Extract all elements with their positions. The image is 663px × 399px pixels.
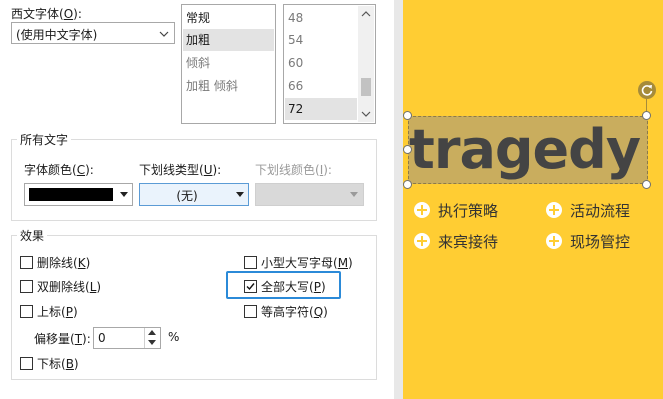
western-font-combo[interactable]: (使用中文字体)	[11, 22, 175, 44]
equalize-height-label[interactable]: 等高字符(Q)	[261, 303, 328, 320]
all-text-title: 所有文字	[17, 131, 72, 148]
plus-circle-icon	[546, 233, 562, 249]
spin-up-icon[interactable]	[148, 330, 156, 336]
font-color-label: 字体颜色(C):	[24, 163, 94, 177]
font-style-item[interactable]: 倾斜	[183, 52, 274, 74]
size-list-scrollbar[interactable]	[358, 6, 374, 122]
underline-type-value: (无)	[176, 189, 198, 203]
offset-label: 偏移量(T):	[34, 332, 91, 346]
scroll-up-icon[interactable]	[361, 10, 371, 18]
equalize-height-checkbox[interactable]	[244, 305, 257, 318]
resize-handle[interactable]	[642, 111, 651, 120]
resize-handle[interactable]	[403, 145, 412, 154]
font-size-list[interactable]: 48 54 60 66 72	[283, 4, 376, 124]
dropdown-triangle-icon	[236, 192, 244, 197]
all-text-group	[11, 139, 377, 221]
underline-color-picker	[255, 183, 364, 206]
scroll-thumb[interactable]	[361, 78, 371, 96]
superscript-checkbox[interactable]	[20, 305, 33, 318]
font-color-picker[interactable]	[24, 183, 133, 206]
pane-divider[interactable]	[394, 0, 403, 399]
offset-spinner[interactable]: 0	[93, 327, 161, 349]
subscript-label[interactable]: 下标(B)	[37, 355, 79, 372]
resize-handle[interactable]	[642, 180, 651, 189]
western-font-value: (使用中文字体)	[16, 28, 98, 42]
underline-type-combo[interactable]: (无)	[139, 183, 249, 206]
rotate-handle[interactable]	[638, 81, 656, 99]
rotate-icon	[641, 85, 653, 96]
plus-circle-icon	[414, 202, 430, 218]
chevron-down-icon	[159, 31, 169, 37]
spin-down-icon[interactable]	[148, 340, 156, 346]
color-swatch	[29, 188, 113, 201]
font-size-item[interactable]: 66	[285, 75, 357, 97]
underline-type-label: 下划线类型(U):	[139, 163, 222, 177]
spinner-buttons[interactable]	[144, 328, 160, 348]
font-size-item[interactable]: 48	[285, 7, 357, 29]
bullet-text[interactable]: 执行策略	[438, 200, 498, 221]
rotate-stem	[646, 99, 647, 111]
underline-color-label: 下划线颜色(I):	[255, 163, 332, 177]
bullet-text[interactable]: 活动流程	[570, 200, 630, 221]
small-caps-checkbox[interactable]	[244, 256, 257, 269]
font-style-item[interactable]: 常规	[183, 7, 274, 29]
dropdown-triangle-icon	[350, 192, 358, 197]
font-size-item-selected[interactable]: 72	[285, 98, 357, 120]
western-font-label: 西文字体(O):	[11, 7, 82, 21]
effects-title: 效果	[17, 227, 48, 244]
font-style-item-selected[interactable]: 加粗	[183, 29, 274, 51]
bullet-text[interactable]: 来宾接待	[438, 231, 498, 252]
resize-handle[interactable]	[403, 111, 412, 120]
strikethrough-checkbox[interactable]	[20, 256, 33, 269]
title-text[interactable]: tragedy	[409, 116, 649, 184]
font-style-list[interactable]: 常规 加粗 倾斜 加粗 倾斜	[181, 4, 276, 124]
double-strikethrough-label[interactable]: 双删除线(L)	[37, 278, 101, 295]
plus-circle-icon	[414, 233, 430, 249]
font-size-item[interactable]: 54	[285, 29, 357, 51]
superscript-label[interactable]: 上标(P)	[37, 303, 78, 320]
offset-unit: %	[168, 330, 180, 344]
dropdown-triangle-icon	[120, 192, 128, 197]
small-caps-label[interactable]: 小型大写字母(M)	[261, 254, 353, 271]
font-dialog: 西文字体(O): (使用中文字体) 常规 加粗 倾斜 加粗 倾斜 48 54 6…	[0, 0, 394, 399]
all-caps-checkbox[interactable]	[244, 280, 257, 293]
subscript-checkbox[interactable]	[20, 357, 33, 370]
offset-value[interactable]: 0	[98, 331, 106, 345]
font-size-item[interactable]: 60	[285, 52, 357, 74]
double-strikethrough-checkbox[interactable]	[20, 280, 33, 293]
checkmark-icon	[246, 283, 255, 291]
slide-canvas[interactable]: tragedy 执行策略 活动流程 来宾接待 现场管控	[403, 0, 663, 399]
bullet-text[interactable]: 现场管控	[570, 231, 630, 252]
scroll-down-icon[interactable]	[361, 110, 371, 118]
plus-circle-icon	[546, 202, 562, 218]
all-caps-label[interactable]: 全部大写(P)	[261, 278, 326, 295]
strikethrough-label[interactable]: 删除线(K)	[37, 254, 90, 271]
resize-handle[interactable]	[403, 180, 412, 189]
font-style-item[interactable]: 加粗 倾斜	[183, 75, 274, 97]
